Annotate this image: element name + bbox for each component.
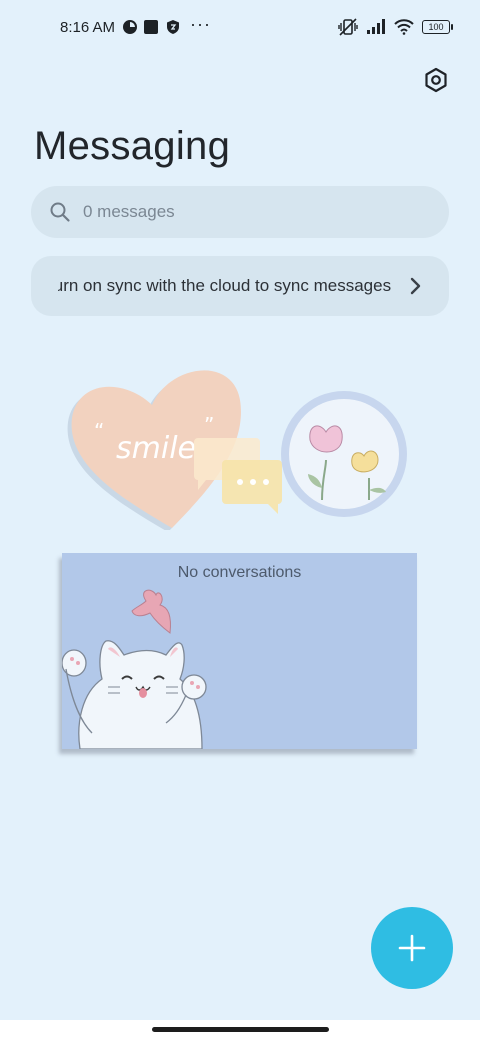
data-saver-icon	[123, 20, 137, 34]
gesture-nav-bar	[0, 1020, 480, 1040]
search-icon	[50, 202, 70, 222]
plus-icon	[398, 934, 426, 962]
decorative-illustration: smile “ ”	[67, 370, 407, 530]
battery-indicator: 100	[422, 20, 453, 34]
chevron-right-icon	[410, 277, 421, 295]
status-time: 8:16 AM	[60, 19, 116, 36]
cloud-sync-text: Turn on sync with the cloud to sync mess…	[58, 276, 392, 295]
home-indicator[interactable]	[152, 1027, 329, 1032]
more-notifications-indicator: ···	[190, 14, 211, 34]
heart-word: smile	[116, 431, 196, 466]
shield-icon	[167, 20, 179, 34]
search-placeholder: 0 messages	[83, 202, 175, 221]
wifi-icon	[394, 19, 414, 35]
page-title: Messaging	[34, 124, 231, 168]
new-message-button[interactable]	[371, 907, 453, 989]
status-bar: 8:16 AM ··· 100	[0, 0, 480, 56]
cloud-sync-banner[interactable]: Turn on sync with the cloud to sync mess…	[31, 256, 449, 316]
empty-state-card: No conversations	[62, 553, 417, 749]
app-notification-icon	[144, 20, 158, 34]
search-bar[interactable]: 0 messages	[31, 186, 449, 238]
cat-illustration	[62, 589, 207, 749]
settings-button[interactable]	[422, 66, 450, 94]
svg-text:“: “	[94, 419, 104, 443]
signal-icon	[367, 19, 385, 34]
svg-text:”: ”	[204, 413, 214, 437]
vibrate-off-icon	[338, 18, 358, 36]
empty-state-text: No conversations	[177, 564, 302, 581]
settings-icon	[425, 67, 447, 93]
